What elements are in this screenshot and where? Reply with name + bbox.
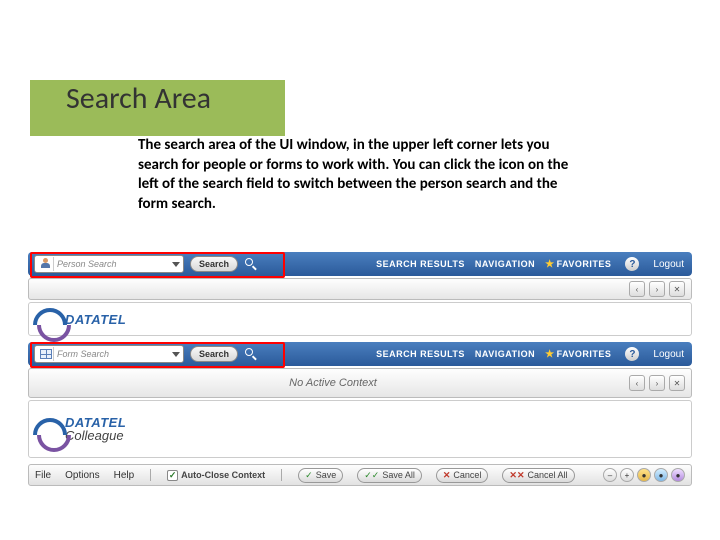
tab-favorites[interactable]: ★FAVORITES [545,349,611,360]
dropdown-arrow-icon[interactable] [172,352,180,357]
auto-close-checkbox[interactable]: ✓ [167,470,178,481]
x-icon: ✕ [443,470,451,481]
context-close-button[interactable]: ✕ [669,375,685,391]
context-next-button[interactable]: › [649,375,665,391]
person-icon[interactable] [38,257,54,271]
menu-file[interactable]: File [35,470,51,481]
form-icon[interactable] [38,347,54,361]
tool-icon-3[interactable]: ● [637,468,651,482]
help-icon[interactable]: ? [625,347,639,361]
search-placeholder: Form Search [57,349,172,359]
logo-text-colleague: Colleague [65,429,126,442]
tab-navigation[interactable]: NAVIGATION [475,259,535,269]
description-text: The search area of the UI window, in the… [138,136,583,214]
tab-search-results[interactable]: SEARCH RESULTS [376,349,465,359]
context-band: ‹ › ✕ [28,278,692,300]
help-icon[interactable]: ? [625,257,639,271]
toolbar-right-icons: – + ● ● ● [603,468,685,482]
dropdown-arrow-icon[interactable] [172,262,180,267]
context-band: No Active Context ‹ › ✕ [28,368,692,398]
tool-icon-4[interactable]: ● [654,468,668,482]
magnifier-person-icon[interactable] [242,255,260,273]
tool-icon-1[interactable]: – [603,468,617,482]
search-button[interactable]: Search [190,256,238,272]
menu-help[interactable]: Help [114,470,135,481]
logo-text-datatel: DATATEL [65,313,126,326]
cancel-all-button[interactable]: ✕✕Cancel All [502,468,574,483]
nav-tabs: SEARCH RESULTS NAVIGATION ★FAVORITES ? L… [376,257,684,271]
context-prev-button[interactable]: ‹ [629,281,645,297]
tool-icon-5[interactable]: ● [671,468,685,482]
datatel-logo-icon [35,416,63,442]
separator [150,469,151,481]
context-next-button[interactable]: › [649,281,665,297]
save-all-button[interactable]: ✓✓Save All [357,468,422,483]
menu-options[interactable]: Options [65,470,99,481]
tab-search-results[interactable]: SEARCH RESULTS [376,259,465,269]
check-icon: ✓ [305,470,313,481]
top-bar: Form Search Search SEARCH RESULTS NAVIGA… [28,342,692,366]
search-field[interactable]: Person Search [34,255,184,273]
no-active-context-text: No Active Context [37,377,629,389]
search-placeholder: Person Search [57,259,172,269]
context-close-button[interactable]: ✕ [669,281,685,297]
x-all-icon: ✕✕ [509,470,524,481]
nav-tabs: SEARCH RESULTS NAVIGATION ★FAVORITES ? L… [376,347,684,361]
auto-close-context-label: ✓Auto-Close Context [167,470,265,481]
context-prev-button[interactable]: ‹ [629,375,645,391]
screenshot-form-search: Form Search Search SEARCH RESULTS NAVIGA… [28,342,692,458]
top-bar: Person Search Search SEARCH RESULTS NAVI… [28,252,692,276]
logout-link[interactable]: Logout [653,349,684,360]
logo-band: DATATEL [28,302,692,336]
menu-bar: File Options Help ✓Auto-Close Context ✓S… [28,464,692,486]
logo-band: DATATEL Colleague [28,400,692,458]
separator [281,469,282,481]
datatel-logo-icon [35,306,63,332]
tool-icon-2[interactable]: + [620,468,634,482]
save-button[interactable]: ✓Save [298,468,343,483]
tab-favorites[interactable]: ★FAVORITES [545,259,611,270]
search-button[interactable]: Search [190,346,238,362]
cancel-button[interactable]: ✕Cancel [436,468,489,483]
page-title: Search Area [66,80,211,117]
screenshot-region: Person Search Search SEARCH RESULTS NAVI… [28,252,692,486]
star-icon: ★ [545,349,554,360]
check-all-icon: ✓✓ [364,470,379,481]
tab-navigation[interactable]: NAVIGATION [475,349,535,359]
magnifier-form-icon[interactable] [242,345,260,363]
logout-link[interactable]: Logout [653,259,684,270]
search-field[interactable]: Form Search [34,345,184,363]
screenshot-person-search: Person Search Search SEARCH RESULTS NAVI… [28,252,692,336]
star-icon: ★ [545,259,554,270]
